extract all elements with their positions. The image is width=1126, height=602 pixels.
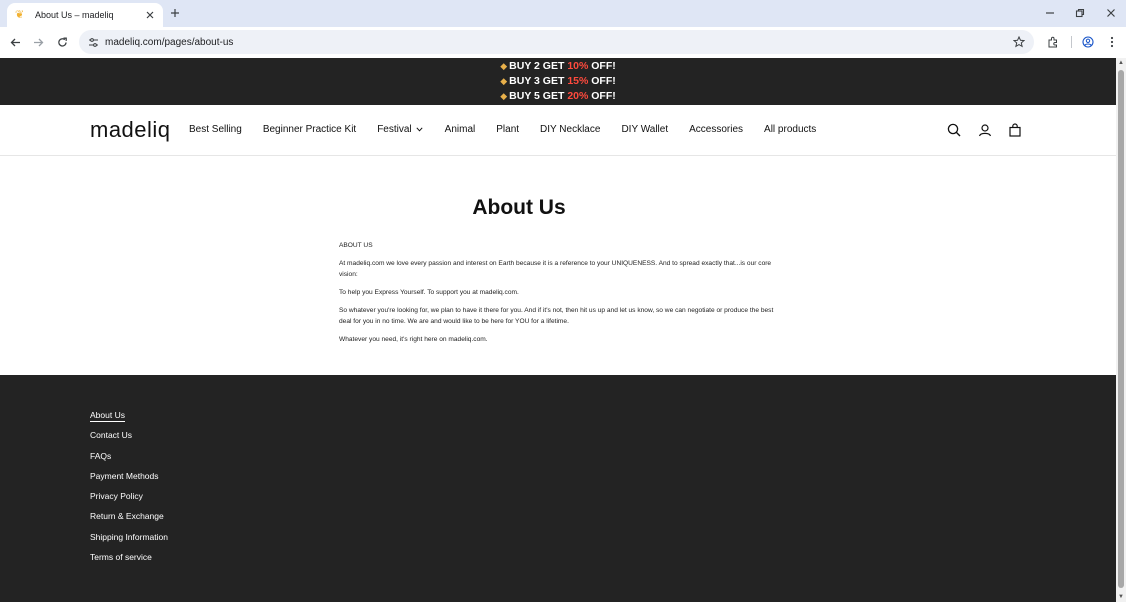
profile-icon[interactable]	[1081, 35, 1095, 49]
site-settings-icon[interactable]	[87, 36, 99, 48]
content-paragraph: Whatever you need, it's right here on ma…	[339, 336, 488, 343]
reload-icon[interactable]	[55, 35, 69, 49]
content-paragraph: To help you Express Yourself. To support…	[339, 289, 519, 296]
footer-link-terms-of-service[interactable]: Terms of service	[90, 551, 168, 571]
nav-beginner-practice-kit[interactable]: Beginner Practice Kit	[263, 124, 356, 135]
close-tab-icon[interactable]	[143, 8, 157, 22]
nav-festival[interactable]: Festival	[377, 124, 423, 135]
address-bar[interactable]: madeliq.com/pages/about-us	[79, 30, 1034, 54]
footer-link-faqs[interactable]: FAQs	[90, 450, 168, 470]
announcement-line: ◆ BUY 5 GET 20% OFF!	[500, 90, 616, 102]
back-arrow-icon[interactable]	[8, 35, 22, 49]
minimize-icon[interactable]	[1043, 6, 1057, 20]
scroll-down-arrow-icon[interactable]: ▼	[1117, 594, 1125, 600]
site-header: madeliq Best Selling Beginner Practice K…	[0, 105, 1116, 156]
footer-link-contact-us[interactable]: Contact Us	[90, 429, 168, 449]
announcement-line: ◆ BUY 3 GET 15% OFF!	[500, 75, 616, 87]
browser-tab[interactable]: ❦ About Us – madeliq	[7, 3, 163, 27]
chevron-down-icon	[416, 126, 424, 134]
forward-arrow-icon[interactable]	[31, 35, 45, 49]
nav-accessories[interactable]: Accessories	[689, 124, 743, 135]
page-viewport: ◆ BUY 2 GET 10% OFF! ◆ BUY 3 GET 15% OFF! …	[0, 58, 1116, 602]
close-window-icon[interactable]	[1104, 6, 1118, 20]
footer-link-payment-methods[interactable]: Payment Methods	[90, 470, 168, 490]
scroll-up-arrow-icon[interactable]: ▲	[1117, 60, 1125, 66]
extensions-icon[interactable]	[1046, 35, 1060, 49]
price-tag-icon: ◆	[500, 61, 508, 71]
nav-all-products[interactable]: All products	[764, 124, 816, 135]
toolbar-divider	[1071, 36, 1072, 48]
bookmark-star-icon[interactable]	[1012, 35, 1026, 49]
browser-tabbar: ❦ About Us – madeliq	[0, 0, 1126, 27]
footer-link-return-exchange[interactable]: Return & Exchange	[90, 510, 168, 530]
site-favicon-icon: ❦	[15, 9, 25, 21]
footer-links: About Us Contact Us FAQs Payment Methods…	[90, 409, 168, 571]
page-title: About Us	[472, 196, 566, 219]
cart-bag-icon[interactable]	[1007, 122, 1023, 138]
announcement-bar: ◆ BUY 2 GET 10% OFF! ◆ BUY 3 GET 15% OFF! …	[0, 58, 1116, 105]
about-content: ABOUT US At madeliq.com we love every pa…	[339, 240, 779, 352]
scrollbar-thumb[interactable]	[1118, 70, 1124, 588]
footer-link-privacy-policy[interactable]: Privacy Policy	[90, 490, 168, 510]
site-footer: About Us Contact Us FAQs Payment Methods…	[0, 375, 1116, 602]
content-paragraph: So whatever you're looking for, we plan …	[339, 307, 774, 325]
page-scrollbar[interactable]: ▲ ▼	[1116, 58, 1126, 602]
main-nav: Best Selling Beginner Practice Kit Festi…	[189, 124, 837, 135]
url-text: madeliq.com/pages/about-us	[105, 36, 234, 48]
account-icon[interactable]	[977, 122, 993, 138]
content-paragraph: At madeliq.com we love every passion and…	[339, 260, 772, 278]
price-tag-icon: ◆	[500, 91, 508, 101]
site-logo[interactable]: madeliq	[90, 117, 171, 143]
nav-best-selling[interactable]: Best Selling	[189, 124, 242, 135]
price-tag-icon: ◆	[500, 76, 508, 86]
nav-plant[interactable]: Plant	[496, 124, 519, 135]
browser-toolbar: madeliq.com/pages/about-us	[0, 27, 1126, 58]
tab-title: About Us – madeliq	[35, 10, 114, 20]
footer-link-shipping-information[interactable]: Shipping Information	[90, 531, 168, 551]
new-tab-icon[interactable]	[168, 6, 182, 20]
nav-animal[interactable]: Animal	[445, 124, 476, 135]
nav-diy-wallet[interactable]: DIY Wallet	[621, 124, 668, 135]
footer-link-about-us[interactable]: About Us	[90, 409, 168, 429]
browser-menu-icon[interactable]	[1105, 35, 1119, 49]
restore-icon[interactable]	[1073, 6, 1087, 20]
nav-festival-label: Festival	[377, 124, 412, 135]
search-icon[interactable]	[946, 122, 962, 138]
nav-diy-necklace[interactable]: DIY Necklace	[540, 124, 600, 135]
announcement-line: ◆ BUY 2 GET 10% OFF!	[500, 60, 616, 72]
content-heading: ABOUT US	[339, 242, 373, 249]
